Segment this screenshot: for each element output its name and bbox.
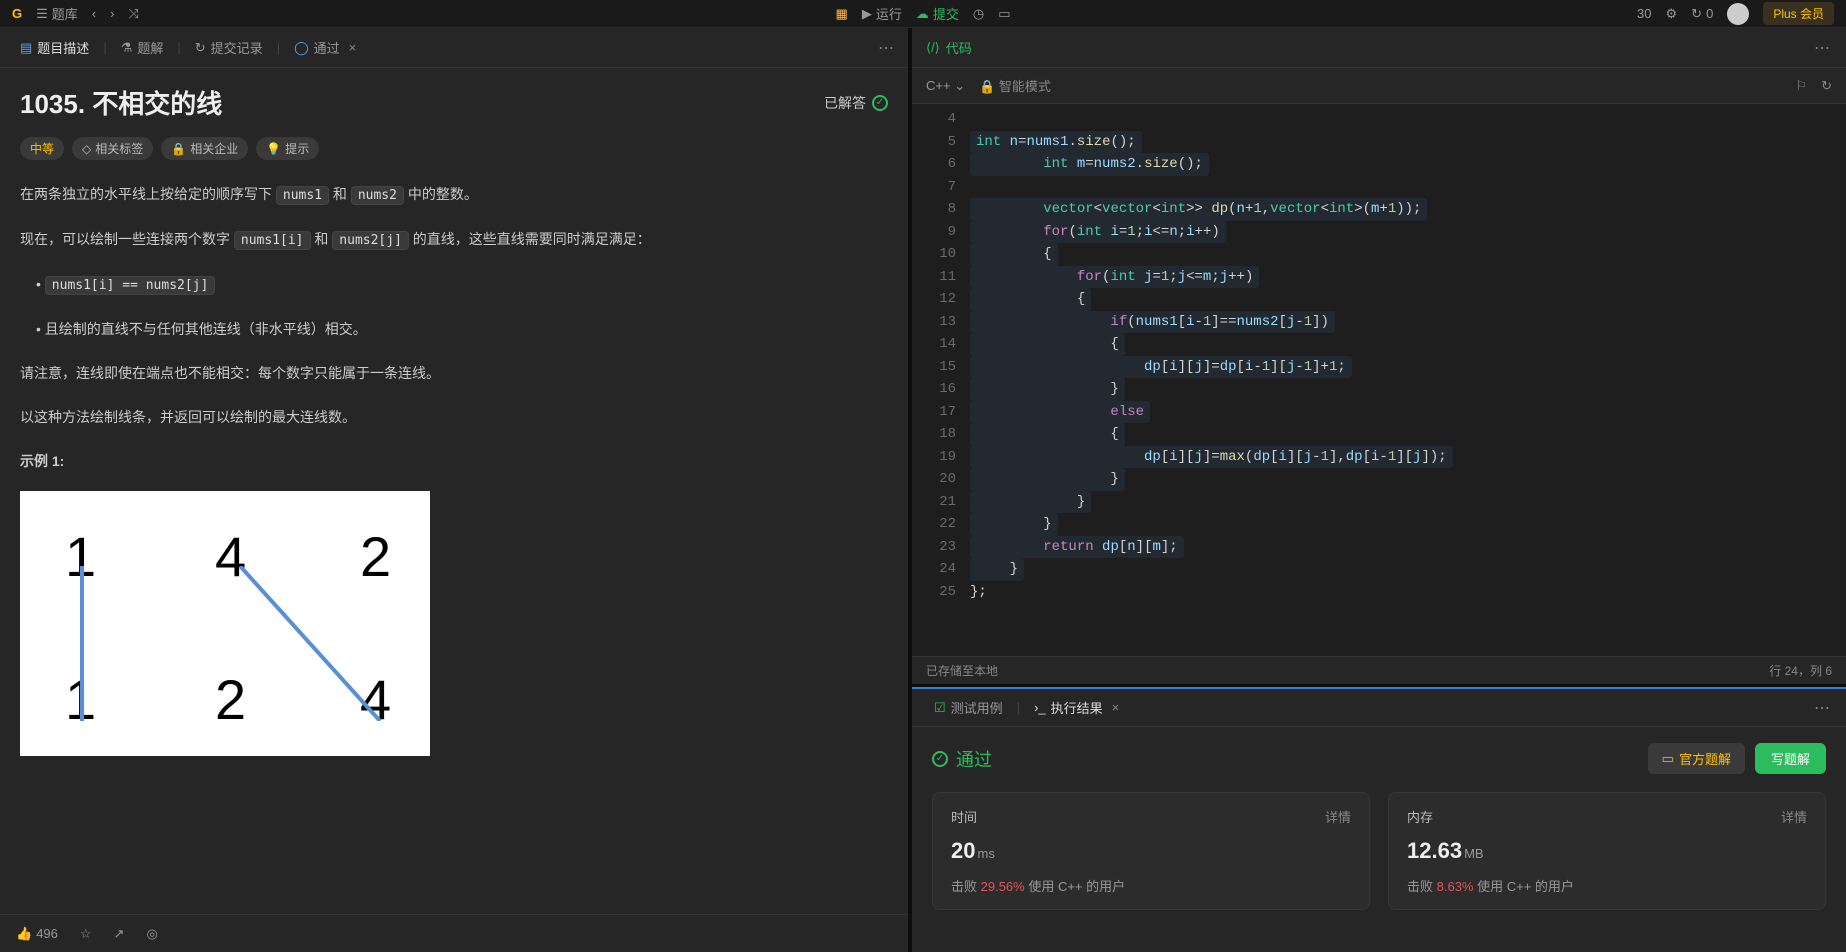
close-icon[interactable]: × xyxy=(1112,700,1120,715)
problem-title: 1035. 不相交的线 xyxy=(20,84,222,121)
bullet: • 且绘制的直线不与任何其他连线（非水平线）相交。 xyxy=(36,315,888,343)
paragraph: 请注意，连线即使在端点也不能相交：每个数字只能属于一条连线。 xyxy=(20,359,888,387)
clock-icon: ↻ xyxy=(195,40,206,56)
flask-icon: ⚗ xyxy=(121,40,133,56)
terminal-icon: ›_ xyxy=(1034,700,1046,715)
panel-menu[interactable]: ⋯ xyxy=(878,38,896,58)
tab-submissions[interactable]: ↻ 提交记录 xyxy=(187,34,271,61)
code-editor[interactable]: 45678910111213141516171819202122232425 i… xyxy=(912,104,1846,656)
language-selector[interactable]: C++ ⌄ xyxy=(926,78,965,94)
save-status: 已存储至本地 xyxy=(926,662,998,679)
problem-footer: 👍 496 ☆ ↗ ◎ xyxy=(0,914,908,952)
time-label: 时间 xyxy=(951,807,977,826)
nav-prev[interactable]: ‹ xyxy=(92,6,96,21)
code-lines[interactable]: int n=nums1.size(); int m=nums2.size(); … xyxy=(970,104,1846,656)
memory-detail-link[interactable]: 详情 xyxy=(1781,807,1807,826)
paragraph: 在两条独立的水平线上按给定的顺序写下 nums1 和 nums2 中的整数。 xyxy=(20,180,888,209)
description-panel: ▤ 题目描述 | ⚗ 题解 | ↻ 提交记录 | ◯ 通过 × ⋯ 103 xyxy=(0,28,912,952)
time-value: 20ms xyxy=(951,838,1351,864)
smart-mode[interactable]: 🔒 智能模式 xyxy=(979,76,1051,95)
tab-accepted[interactable]: ◯ 通过 × xyxy=(286,34,364,61)
result-menu[interactable]: ⋯ xyxy=(1814,698,1832,718)
reset-icon[interactable]: ↻ xyxy=(1821,78,1832,94)
gutter: 45678910111213141516171819202122232425 xyxy=(912,104,970,656)
result-panel: ☑ 测试用例 | ›_ 执行结果 × ⋯ ✓ 通过 xyxy=(912,684,1846,952)
check-icon: ◯ xyxy=(294,40,309,56)
nav-problems[interactable]: ☰ 题库 xyxy=(36,4,78,23)
code-tab[interactable]: ⟨/⟩ 代码 xyxy=(926,38,972,57)
problem-content[interactable]: 1035. 不相交的线 已解答 ✓ 中等 ◇ 相关标签 🔒 相关企业 💡 提示 … xyxy=(0,68,908,914)
bookmark-icon[interactable]: ⚐ xyxy=(1795,78,1807,94)
notes-icon[interactable]: ▭ xyxy=(998,6,1010,22)
doc-icon: ▤ xyxy=(20,40,32,56)
write-solution-button[interactable]: 写题解 xyxy=(1755,743,1826,774)
example-image: 1 4 2 1 2 4 xyxy=(20,491,430,756)
tab-solution[interactable]: ⚗ 题解 xyxy=(113,34,172,61)
memory-label: 内存 xyxy=(1407,807,1433,826)
solved-badge: 已解答 ✓ xyxy=(824,93,888,113)
topbar: G ☰ 题库 ‹ › ⤨ ▦ ▶ 运行 ☁ 提交 ◷ ▭ 30 ⚙ ↻ 0 Pl… xyxy=(0,0,1846,28)
nav-next[interactable]: › xyxy=(110,6,114,21)
paragraph: 以这种方法绘制线条，并返回可以绘制的最大连线数。 xyxy=(20,403,888,431)
bullet: • nums1[i] == nums2[j] xyxy=(36,270,888,299)
time-detail-link[interactable]: 详情 xyxy=(1325,807,1351,826)
close-icon[interactable]: × xyxy=(349,40,357,55)
tags-pill[interactable]: ◇ 相关标签 xyxy=(72,137,153,160)
hint-pill[interactable]: 💡 提示 xyxy=(256,137,319,160)
code-menu[interactable]: ⋯ xyxy=(1814,38,1832,58)
memory-beat: 击败 8.63% 使用 C++ 的用户 xyxy=(1407,876,1807,895)
list-icon: ☰ xyxy=(36,6,48,22)
tab-testcase[interactable]: ☑ 测试用例 xyxy=(926,694,1011,721)
like-button[interactable]: 👍 496 xyxy=(16,926,58,942)
time-card[interactable]: 时间 详情 20ms 击败 29.56% 使用 C++ 的用户 xyxy=(932,792,1370,910)
difficulty-badge: 中等 xyxy=(20,137,64,160)
cursor-position: 行 24，列 6 xyxy=(1769,662,1832,679)
code-icon: ⟨/⟩ xyxy=(926,40,940,56)
feedback-button[interactable]: ◎ xyxy=(146,926,157,942)
check-circle-icon: ✓ xyxy=(932,751,948,767)
time-beat: 击败 29.56% 使用 C++ 的用户 xyxy=(951,876,1351,895)
code-panel: ⟨/⟩ 代码 ⋯ C++ ⌄ 🔒 智能模式 ⚐ ↻ 45678910111213… xyxy=(912,28,1846,952)
pass-status: ✓ 通过 xyxy=(932,746,992,772)
shuffle-icon[interactable]: ⤨ xyxy=(128,6,138,22)
memory-value: 12.63MB xyxy=(1407,838,1807,864)
logo-icon[interactable]: G xyxy=(12,6,22,21)
plus-badge[interactable]: Plus 会员 xyxy=(1763,2,1834,25)
companies-pill[interactable]: 🔒 相关企业 xyxy=(161,137,248,160)
tab-description[interactable]: ▤ 题目描述 xyxy=(12,34,97,61)
tab-result[interactable]: ›_ 执行结果 × xyxy=(1026,694,1127,721)
official-solution-button[interactable]: ▭ 官方题解 xyxy=(1648,743,1745,774)
streak-count[interactable]: 30 xyxy=(1637,6,1651,21)
favorite-button[interactable]: ☆ xyxy=(80,926,92,942)
avatar[interactable] xyxy=(1727,3,1749,25)
paragraph: 现在，可以绘制一些连接两个数字 nums1[i] 和 nums2[j] 的直线，… xyxy=(20,225,888,254)
layout-icon[interactable]: ▦ xyxy=(836,6,848,22)
submit-button[interactable]: ☁ 提交 xyxy=(916,4,959,23)
share-button[interactable]: ↗ xyxy=(114,926,125,942)
timer-icon[interactable]: ◷ xyxy=(973,6,984,22)
example-label: 示例 1: xyxy=(20,447,888,475)
check-circle-icon: ✓ xyxy=(872,95,888,111)
run-button[interactable]: ▶ 运行 xyxy=(862,4,902,23)
book-icon: ▭ xyxy=(1662,751,1674,767)
settings-icon[interactable]: ⚙ xyxy=(1666,6,1678,22)
testcase-icon: ☑ xyxy=(934,700,946,716)
memory-card[interactable]: 内存 详情 12.63MB 击败 8.63% 使用 C++ 的用户 xyxy=(1388,792,1826,910)
reset-timer[interactable]: ↻ 0 xyxy=(1691,6,1713,22)
